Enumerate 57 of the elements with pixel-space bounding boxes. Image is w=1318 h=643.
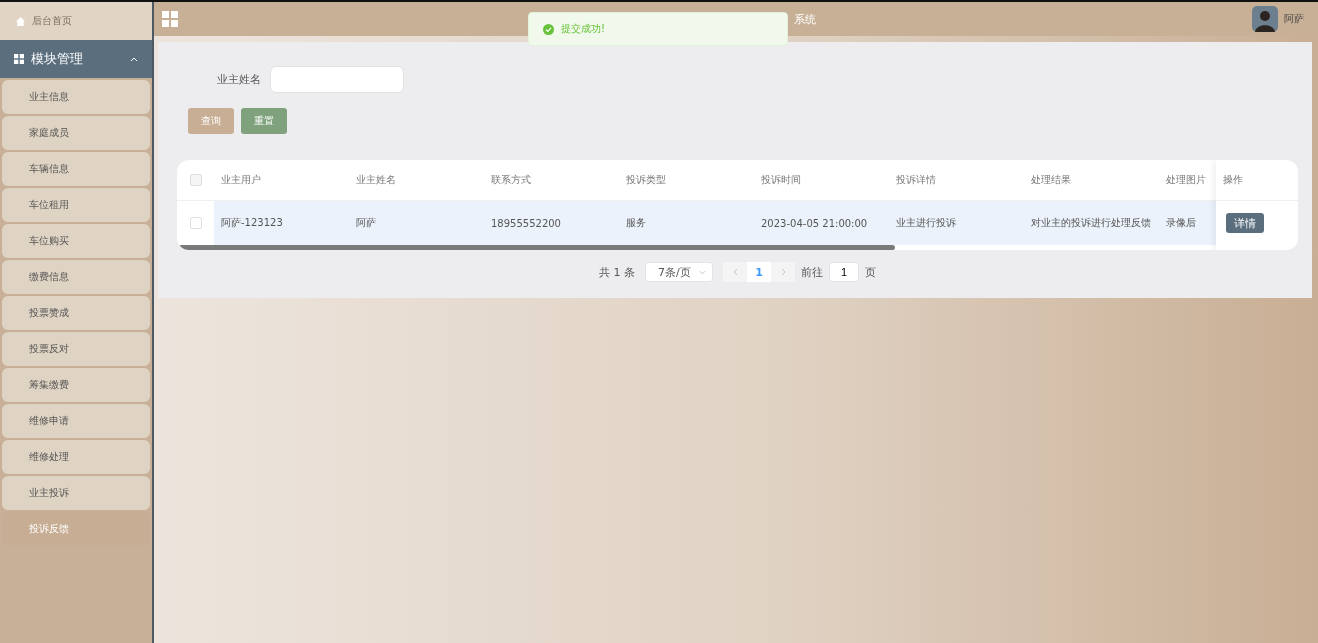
page-number-button[interactable]: 1 xyxy=(747,262,771,282)
total-count: 共 1 条 xyxy=(599,264,635,280)
column-header: 业主用户 xyxy=(220,173,262,187)
column-header: 处理图片 xyxy=(1165,173,1207,187)
sidebar-item[interactable]: 家庭成员 xyxy=(2,116,150,150)
toast-message: 提交成功! xyxy=(561,22,605,36)
goto-label: 前往 xyxy=(801,264,823,280)
column-header: 处理结果 xyxy=(1030,173,1072,187)
column-header: 投诉详情 xyxy=(895,173,937,187)
success-icon xyxy=(543,23,554,35)
column-header: 联系方式 xyxy=(490,173,532,187)
next-page-button[interactable] xyxy=(771,262,795,282)
field-label: 业主姓名 xyxy=(217,72,261,87)
menu-group-header[interactable]: 模块管理 xyxy=(0,40,152,78)
home-link[interactable]: 后台首页 xyxy=(0,2,152,40)
chevron-right-icon xyxy=(780,268,786,276)
table-cell: 阿萨-123123 xyxy=(214,201,349,245)
sidebar-item[interactable]: 投票反对 xyxy=(2,332,150,366)
sidebar-item[interactable]: 车位购买 xyxy=(2,224,150,258)
sidebar-item[interactable]: 维修申请 xyxy=(2,404,150,438)
menu-icon[interactable] xyxy=(162,11,178,27)
sidebar-item[interactable]: 维修处理 xyxy=(2,440,150,474)
column-header: 业主姓名 xyxy=(355,173,397,187)
table-cell: 18955552200 xyxy=(484,201,619,245)
row-checkbox[interactable] xyxy=(189,217,202,229)
user-name: 阿萨 xyxy=(1284,12,1304,26)
sidebar-item[interactable]: 车位租用 xyxy=(2,188,150,222)
sidebar-item[interactable]: 筹集缴费 xyxy=(2,368,150,402)
table-cell: 2023-04-05 21:00:00 xyxy=(754,201,889,245)
page-suffix: 页 xyxy=(865,264,876,280)
select-all-checkbox[interactable] xyxy=(189,174,202,186)
table-cell: 服务 xyxy=(619,201,754,245)
table-cell: 录像后 xyxy=(1159,201,1216,245)
table-cell: 对业主的投诉进行处理反馈 xyxy=(1024,201,1159,245)
column-header: 投诉类型 xyxy=(625,173,667,187)
column-header: 操作 xyxy=(1216,160,1298,201)
table-cell: 业主进行投诉 xyxy=(889,201,1024,245)
sidebar-item[interactable]: 缴费信息 xyxy=(2,260,150,294)
scrollbar-thumb[interactable] xyxy=(179,245,895,250)
avatar-icon[interactable] xyxy=(1252,6,1278,32)
sidebar-item[interactable]: 车辆信息 xyxy=(2,152,150,186)
reset-button[interactable]: 重置 xyxy=(241,108,287,134)
sidebar-item[interactable]: 业主信息 xyxy=(2,80,150,114)
sidebar-item[interactable]: 业主投诉 xyxy=(2,476,150,510)
chevron-down-icon xyxy=(699,269,706,275)
sidebar-item[interactable]: 投票赞成 xyxy=(2,296,150,330)
name-input-field[interactable] xyxy=(270,66,404,93)
app-title: 系统 xyxy=(794,12,816,27)
table-cell: 阿萨 xyxy=(349,201,484,245)
goto-page-field[interactable]: 1 xyxy=(829,262,859,282)
detail-button[interactable]: 详情 xyxy=(1226,213,1264,233)
chevron-left-icon xyxy=(732,268,738,276)
grid-icon xyxy=(14,54,24,64)
column-header: 投诉时间 xyxy=(760,173,802,187)
page-size-select[interactable]: 7条/页 xyxy=(645,262,713,282)
prev-page-button[interactable] xyxy=(723,262,747,282)
home-icon xyxy=(15,15,26,27)
